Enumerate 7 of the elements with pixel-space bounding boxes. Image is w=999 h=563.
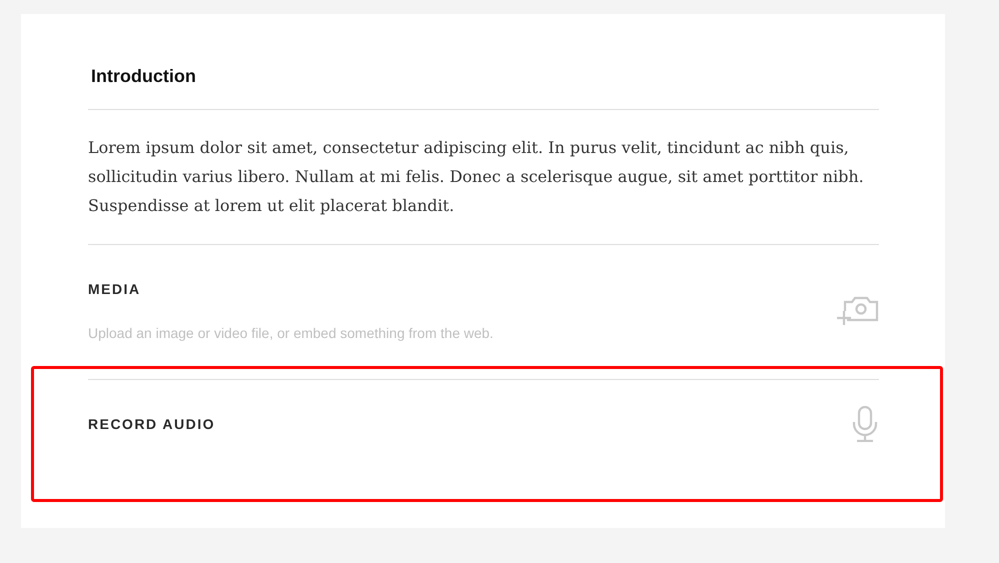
section-title: Introduction [88,14,879,110]
add-photo-icon[interactable] [835,295,879,327]
intro-paragraph: Lorem ipsum dolor sit amet, consectetur adipiscing elit. In purus velit, tincidunt ac nibh quis, sollicitudin varius libero. Nullam at mi felis. Donec a scelerisque augue, sit amet porttitor nibh. Suspendisse at lorem ut elit placerat blandit. [88,137,865,217]
microphone-icon[interactable] [851,406,879,442]
section-label: MEDIA [88,281,142,297]
section-label: RECORD AUDIO [88,416,216,432]
upload-hint: Upload an image or video file, or embed something from the web. [88,325,494,341]
